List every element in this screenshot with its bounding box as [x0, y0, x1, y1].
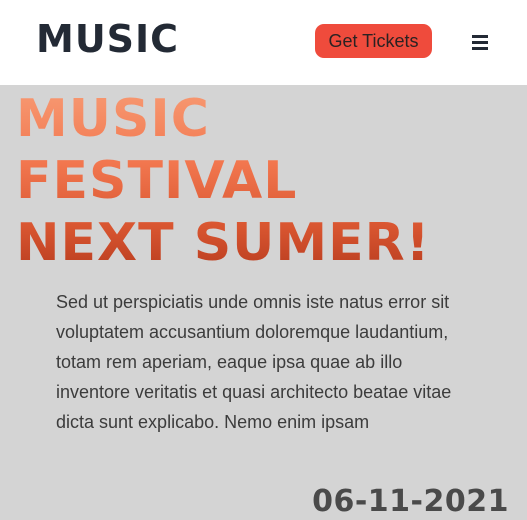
menu-bar [472, 47, 488, 50]
hero-title-line: MUSIC [16, 89, 210, 149]
menu-bar [472, 41, 488, 44]
site-header: MUSIC Get Tickets [0, 0, 527, 85]
hero-title-line: FESTIVAL [16, 151, 298, 211]
site-logo[interactable]: MUSIC [36, 14, 179, 64]
get-tickets-button[interactable]: Get Tickets [315, 24, 432, 58]
menu-bar [472, 35, 488, 38]
hero-title: MUSIC FESTIVAL NEXT SUMER! [16, 88, 430, 274]
hero-description: Sed ut perspiciatis unde omnis iste natu… [56, 292, 452, 432]
hero-title-line: NEXT SUMER! [16, 213, 431, 273]
hamburger-menu-icon[interactable] [466, 29, 494, 55]
